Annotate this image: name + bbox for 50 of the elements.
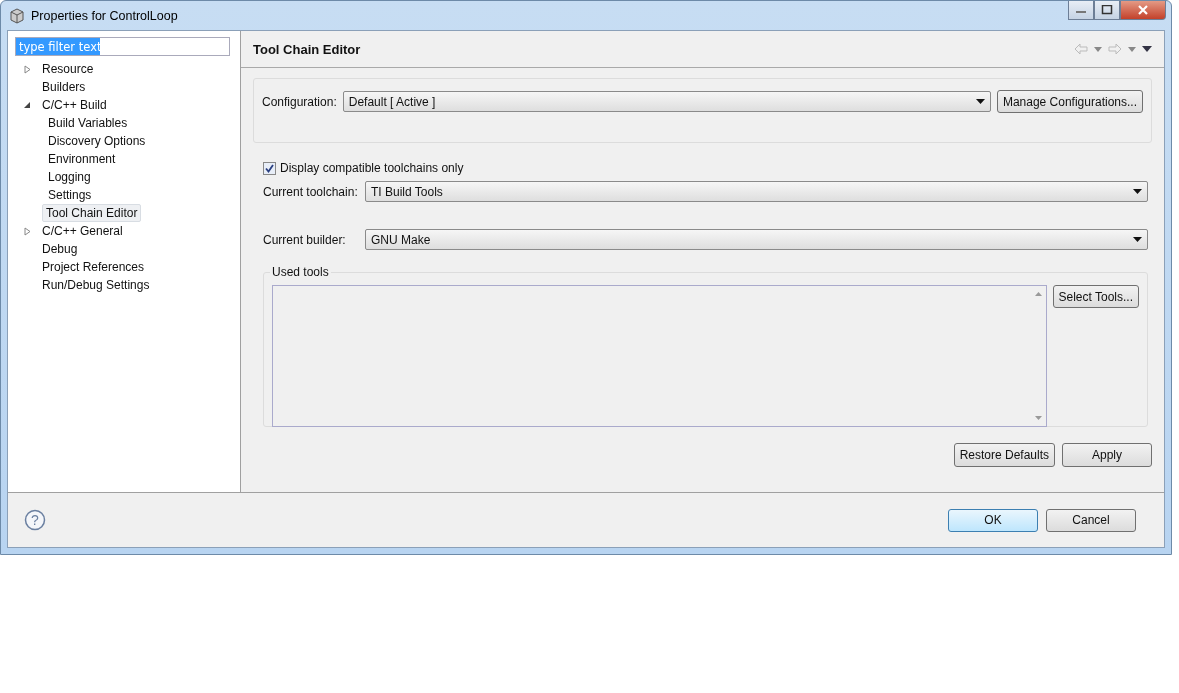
collapse-arrow-icon[interactable] (23, 101, 31, 109)
tree-item[interactable]: Run/Debug Settings (39, 277, 153, 293)
page-button[interactable]: Restore Defaults (953, 443, 1055, 467)
checkbox[interactable] (263, 161, 276, 175)
select-tools-button[interactable]: Select Tools... (1052, 285, 1139, 308)
builder-label: Current builder: (263, 232, 347, 247)
help-icon[interactable]: ? (24, 509, 46, 531)
dropdown-arrow-icon[interactable] (1128, 46, 1136, 52)
maximize-icon (1101, 5, 1113, 15)
expand-arrow-icon[interactable] (23, 64, 31, 74)
back-arrow-icon[interactable] (1074, 43, 1088, 55)
view-menu-icon[interactable] (1142, 46, 1152, 52)
tree-item[interactable]: Builders (39, 79, 89, 95)
minimize-button[interactable] (1068, 1, 1094, 20)
cube-icon (9, 7, 25, 24)
dropdown-arrow-icon (975, 99, 985, 104)
window-title: Properties for ControlLoop (31, 8, 178, 23)
scroll-up-icon[interactable] (1035, 292, 1042, 296)
group-label: Used tools (270, 265, 331, 279)
configuration-label: Configuration: (262, 94, 337, 109)
scroll-down-icon[interactable] (1035, 416, 1042, 420)
forward-arrow-icon[interactable] (1108, 43, 1122, 55)
dropdown-arrow-icon (1133, 189, 1142, 194)
dialog-button[interactable]: OK (948, 508, 1038, 532)
tree-item[interactable]: C/C++ Build (39, 97, 110, 113)
tree-item[interactable]: Environment (45, 151, 119, 167)
close-button[interactable] (1120, 1, 1166, 20)
page-title: Tool Chain Editor (253, 41, 361, 57)
tree-item[interactable]: C/C++ General (39, 223, 126, 239)
configuration-dropdown[interactable]: Default [ Active ] (342, 91, 991, 112)
close-icon (1137, 5, 1149, 15)
dialog-button[interactable]: Cancel (1046, 508, 1136, 532)
tree-item[interactable]: Project References (39, 259, 148, 275)
manage-configurations-button[interactable]: Manage Configurations... (996, 90, 1143, 113)
expand-arrow-icon[interactable] (23, 226, 31, 236)
page-button[interactable]: Apply (1062, 443, 1152, 467)
toolchain-label: Current toolchain: (263, 184, 359, 199)
tree-item[interactable]: Settings (45, 187, 95, 203)
tree-item[interactable]: Logging (45, 169, 94, 185)
tree-item[interactable]: Build Variables (45, 115, 131, 131)
builder-dropdown[interactable]: GNU Make (365, 229, 1148, 250)
dropdown-arrow-icon (1133, 237, 1142, 242)
tree-item[interactable]: Resource (39, 61, 97, 77)
tree-item[interactable]: Discovery Options (45, 133, 149, 149)
dropdown-arrow-icon[interactable] (1094, 46, 1102, 52)
checkbox-label: Display compatible toolchains only (280, 161, 464, 175)
toolchain-dropdown[interactable]: TI Build Tools (365, 181, 1148, 202)
tree-item[interactable]: Tool Chain Editor (42, 204, 142, 222)
tree-item[interactable]: Debug (39, 241, 81, 257)
maximize-button[interactable] (1094, 1, 1120, 20)
